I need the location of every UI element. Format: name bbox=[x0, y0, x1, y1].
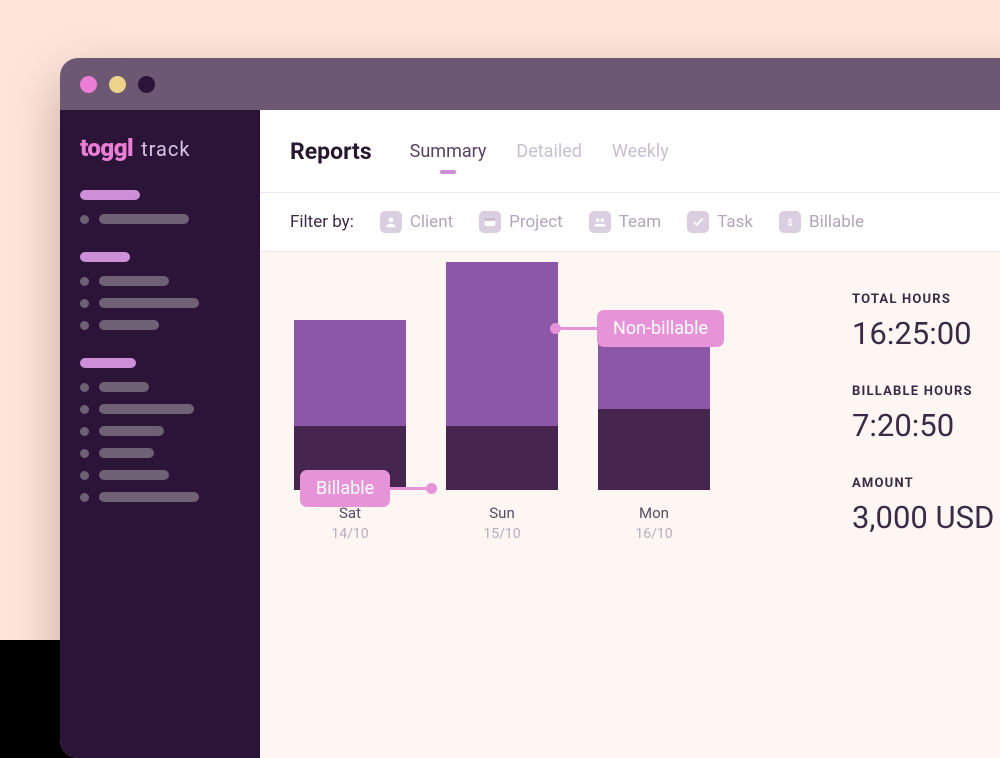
nav-group-3 bbox=[80, 358, 240, 502]
tab-summary[interactable]: Summary bbox=[410, 141, 487, 162]
page-title: Reports bbox=[290, 138, 372, 165]
chart-bar: Mon 16/10 bbox=[598, 320, 710, 542]
nav-group-2 bbox=[80, 252, 240, 330]
nav-item[interactable] bbox=[80, 276, 240, 286]
stat-value: 7:20:50 bbox=[852, 407, 1000, 444]
filter-label-text: Task bbox=[717, 212, 753, 232]
check-icon bbox=[687, 211, 709, 233]
bar-segment-billable bbox=[598, 409, 710, 490]
filter-task[interactable]: Task bbox=[687, 211, 753, 233]
nav-heading-placeholder bbox=[80, 252, 130, 262]
brand-logo: toggl track bbox=[80, 134, 240, 162]
nav-group-1 bbox=[80, 190, 240, 224]
bar-day-label: Mon bbox=[635, 504, 672, 522]
traffic-light-minimize-icon[interactable] bbox=[109, 76, 126, 93]
filter-team[interactable]: Team bbox=[589, 211, 662, 233]
dollar-icon: $ bbox=[779, 211, 801, 233]
callout-connector bbox=[561, 327, 597, 330]
traffic-light-zoom-icon[interactable] bbox=[138, 76, 155, 93]
filter-label-text: Billable bbox=[809, 212, 864, 232]
content-area: Sat14/10 Sun 15/10 Mon 16/10 Non-billable Bi… bbox=[260, 252, 1000, 758]
traffic-light-close-icon[interactable] bbox=[80, 76, 97, 93]
person-icon bbox=[380, 211, 402, 233]
nav-item[interactable] bbox=[80, 404, 240, 414]
callout-nonbillable: Non-billable bbox=[550, 310, 724, 347]
nav-item[interactable] bbox=[80, 214, 240, 224]
filter-label-text: Team bbox=[619, 212, 662, 232]
bar-date-label: 15/10 bbox=[483, 526, 520, 542]
bar-day-label: Sun bbox=[483, 504, 520, 522]
bar-date-label: 14/10 bbox=[331, 526, 368, 542]
callout-billable-pill: Billable bbox=[300, 470, 390, 507]
nav-item[interactable] bbox=[80, 426, 240, 436]
tab-weekly[interactable]: Weekly bbox=[612, 141, 669, 162]
filter-client[interactable]: Client bbox=[380, 211, 453, 233]
nav-heading-placeholder bbox=[80, 190, 140, 200]
callout-connector bbox=[390, 487, 426, 490]
nav-item[interactable] bbox=[80, 320, 240, 330]
filter-label-text: Project bbox=[509, 212, 563, 232]
bar-date-label: 16/10 bbox=[635, 526, 672, 542]
nav-item[interactable] bbox=[80, 470, 240, 480]
filter-project[interactable]: Project bbox=[479, 211, 563, 233]
stat-value: 3,000 USD bbox=[852, 499, 1000, 536]
app-window: toggl track bbox=[60, 58, 1000, 758]
summary-stats: TOTAL HOURS 16:25:00 BILLABLE HOURS 7:20… bbox=[850, 252, 1000, 758]
bar-segment-billable bbox=[446, 426, 558, 490]
chart-bar: Sun 15/10 bbox=[446, 262, 558, 542]
report-tabs: Summary Detailed Weekly bbox=[410, 141, 669, 162]
stat-value: 16:25:00 bbox=[852, 315, 1000, 352]
brand-word: track bbox=[141, 137, 190, 161]
callout-dot-icon bbox=[550, 323, 561, 334]
bar-segment-nonbillable bbox=[446, 262, 558, 427]
stat-label: TOTAL HOURS bbox=[852, 292, 1000, 307]
window-titlebar bbox=[60, 58, 1000, 110]
stat-label: BILLABLE HOURS bbox=[852, 384, 1000, 399]
sidebar: toggl track bbox=[60, 110, 260, 758]
stat-billable-hours: BILLABLE HOURS 7:20:50 bbox=[852, 384, 1000, 444]
filter-bar: Filter by: Client Project bbox=[260, 192, 1000, 252]
main-panel: Reports Summary Detailed Weekly Filter b… bbox=[260, 110, 1000, 758]
filter-billable[interactable]: $ Billable bbox=[779, 211, 864, 233]
nav-item[interactable] bbox=[80, 298, 240, 308]
nav-item[interactable] bbox=[80, 492, 240, 502]
nav-item[interactable] bbox=[80, 382, 240, 392]
brand-mark: toggl bbox=[80, 134, 133, 162]
folder-icon bbox=[479, 211, 501, 233]
callout-billable: Billable bbox=[300, 470, 437, 507]
stat-label: AMOUNT bbox=[852, 476, 1000, 491]
hours-chart: Sat14/10 Sun 15/10 Mon 16/10 Non-billable Bi… bbox=[260, 252, 850, 758]
bar-segment-nonbillable bbox=[294, 320, 406, 427]
filter-prefix: Filter by: bbox=[290, 212, 354, 232]
chart-bar: Sat14/10 bbox=[294, 320, 406, 542]
tab-detailed[interactable]: Detailed bbox=[516, 141, 582, 162]
svg-text:$: $ bbox=[787, 218, 792, 229]
stat-total-hours: TOTAL HOURS 16:25:00 bbox=[852, 292, 1000, 352]
nav-heading-placeholder bbox=[80, 358, 136, 368]
stat-amount: AMOUNT 3,000 USD bbox=[852, 476, 1000, 536]
page-header: Reports Summary Detailed Weekly bbox=[260, 110, 1000, 192]
nav-item[interactable] bbox=[80, 448, 240, 458]
callout-nonbillable-pill: Non-billable bbox=[597, 310, 724, 347]
callout-dot-icon bbox=[426, 483, 437, 494]
team-icon bbox=[589, 211, 611, 233]
filter-label-text: Client bbox=[410, 212, 453, 232]
